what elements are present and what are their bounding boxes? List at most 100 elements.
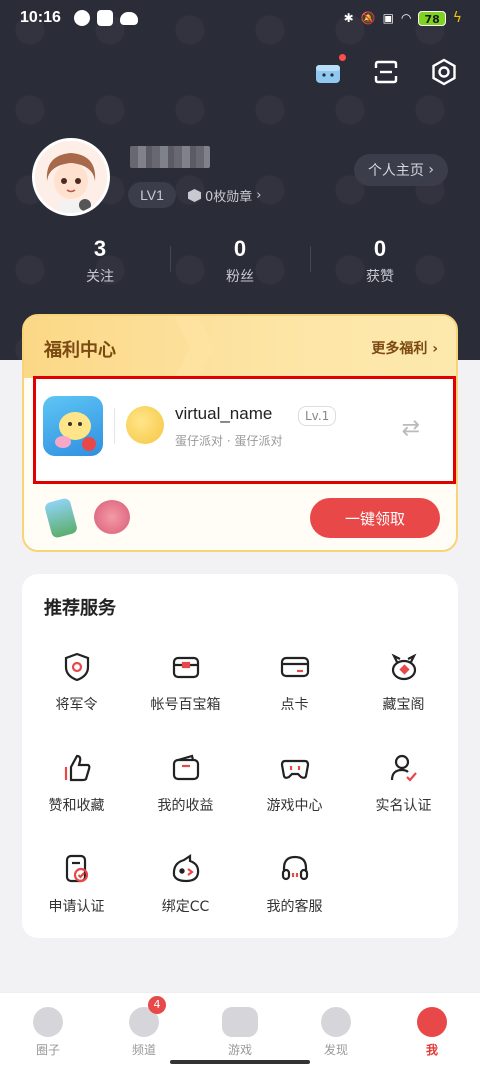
status-bar: 10:16 ✱ 🔕 ▣ ◠ 78 ϟ — [0, 0, 480, 36]
message-icon — [97, 10, 113, 26]
circle-icon — [33, 1007, 63, 1037]
bottom-tab-bar: 圈子 频道 游戏 发现 我 — [0, 992, 480, 1067]
cc-mascot-icon — [169, 852, 203, 886]
reward-item-icon — [43, 497, 79, 539]
service-label: 我的收益 — [157, 798, 214, 814]
service-label: 绑定CC — [161, 899, 210, 915]
shield-icon — [60, 650, 94, 684]
reward-flower-icon — [94, 500, 130, 534]
tab-label: 频道 — [131, 1043, 156, 1057]
service-general-token[interactable]: 将军令 — [22, 638, 131, 739]
welfare-header: 福利中心 更多福利 › — [24, 316, 456, 378]
stat-label: 粉丝 — [226, 269, 254, 285]
treasure-box-icon — [169, 650, 203, 684]
service-label: 帐号百宝箱 — [150, 697, 221, 713]
service-label: 赞和收藏 — [48, 798, 105, 814]
tab-games[interactable]: 游戏 — [192, 993, 288, 1067]
service-label: 点卡 — [280, 697, 309, 713]
status-right: ✱ 🔕 ▣ ◠ 78 ϟ — [344, 10, 462, 26]
service-customer-support[interactable]: 我的客服 — [240, 840, 349, 941]
battery-indicator: 78 — [418, 10, 446, 26]
unread-dot — [339, 54, 346, 61]
mute-icon: 🔕 — [360, 11, 376, 25]
service-apply-certification[interactable]: 申请认证 — [22, 840, 131, 941]
me-icon — [417, 1007, 447, 1037]
wallet-icon — [169, 751, 203, 785]
notification-icons — [74, 10, 138, 26]
switch-account-icon[interactable]: ⇄ — [402, 416, 420, 441]
tab-label: 圈子 — [35, 1043, 60, 1057]
tab-label: 游戏 — [227, 1043, 252, 1057]
services-grid: 将军令 帐号百宝箱 点卡 藏宝阁 赞和收藏 我的收益 游戏中心 实名认证 申请认… — [22, 638, 458, 941]
username-redacted — [130, 146, 210, 168]
scan-button[interactable] — [370, 56, 402, 88]
claim-all-button[interactable]: 一键领取 — [310, 498, 440, 538]
planet-icon — [321, 1007, 351, 1037]
stat-label: 获赞 — [366, 269, 394, 285]
app-notification-icon — [74, 10, 90, 26]
tab-discover[interactable]: 发现 — [288, 993, 384, 1067]
settings-button[interactable] — [428, 56, 460, 88]
service-label: 我的客服 — [266, 899, 323, 915]
channel-badge: 4 — [148, 996, 166, 1014]
service-my-earnings[interactable]: 我的收益 — [131, 739, 240, 840]
level-badge: LV1 — [128, 182, 176, 208]
services-title: 推荐服务 — [44, 598, 116, 619]
gamepad-icon — [278, 751, 312, 785]
tab-label: 我 — [425, 1043, 438, 1057]
service-label: 藏宝阁 — [382, 697, 425, 713]
service-likes-favorites[interactable]: 赞和收藏 — [22, 739, 131, 840]
card-icon — [278, 650, 312, 684]
stat-value: 0 — [373, 236, 387, 261]
medal-icon — [188, 189, 201, 202]
gift-box-icon — [316, 65, 340, 83]
gift-box-button[interactable] — [312, 54, 346, 88]
charging-icon: ϟ — [452, 10, 462, 26]
service-realname-verify[interactable]: 实名认证 — [349, 739, 458, 840]
medal-count: 0枚勋章 — [205, 190, 253, 205]
game-app-icon — [43, 396, 103, 456]
settings-icon — [432, 58, 456, 86]
recommended-services: 推荐服务 将军令 帐号百宝箱 点卡 藏宝阁 赞和收藏 我的收益 游戏中心 实名认… — [22, 574, 458, 938]
account-name: virtual_name — [175, 404, 273, 423]
reward-row: 一键领取 — [24, 490, 456, 550]
stats-row: 3 关注 0 粉丝 0 获赞 — [30, 234, 450, 286]
sim-icon: ▣ — [382, 11, 394, 25]
service-account-treasure[interactable]: 帐号百宝箱 — [131, 638, 240, 739]
tab-label: 发现 — [323, 1043, 348, 1057]
chevron-right-icon: › — [256, 188, 262, 203]
top-actions — [312, 54, 460, 88]
more-welfare-link[interactable]: 更多福利 › — [371, 338, 438, 358]
status-time: 10:16 — [20, 9, 61, 26]
service-label: 实名认证 — [375, 798, 432, 814]
scan-icon — [374, 60, 398, 84]
personal-homepage-button[interactable]: 个人主页 › — [353, 154, 448, 186]
medal-link[interactable]: 0枚勋章 › — [188, 186, 261, 205]
profile-header: 10:16 ✱ 🔕 ▣ ◠ 78 ϟ LV1 0枚勋章 › 个人主页 › 3 关… — [0, 0, 480, 360]
service-game-center[interactable]: 游戏中心 — [240, 739, 349, 840]
stat-following[interactable]: 3 关注 — [30, 234, 170, 286]
stat-likes[interactable]: 0 获赞 — [310, 234, 450, 286]
game-account-row[interactable]: virtual_name Lv.1 蛋仔派对 · 蛋仔派对 ⇄ — [36, 378, 456, 482]
eggy-party-icon — [55, 412, 96, 451]
user-verify-icon — [387, 751, 421, 785]
tab-channel[interactable]: 频道 — [96, 993, 192, 1067]
service-label: 申请认证 — [48, 899, 105, 915]
chevron-right-icon: › — [432, 341, 438, 357]
service-bind-cc[interactable]: 绑定CC — [131, 840, 240, 941]
server-info: 蛋仔派对 · 蛋仔派对 — [175, 434, 283, 448]
avatar-image — [35, 141, 107, 213]
stat-value: 3 — [93, 236, 107, 261]
service-label: 将军令 — [55, 697, 98, 713]
game-icon — [222, 1007, 258, 1037]
header-decoration — [174, 316, 214, 378]
tab-me[interactable]: 我 — [384, 993, 480, 1067]
service-treasure-pavilion[interactable]: 藏宝阁 — [349, 638, 458, 739]
welfare-center-card: 福利中心 更多福利 › virtual_name Lv.1 蛋仔派对 · 蛋仔派… — [22, 314, 458, 552]
stat-fans[interactable]: 0 粉丝 — [170, 234, 310, 286]
service-point-card[interactable]: 点卡 — [240, 638, 349, 739]
user-avatar[interactable] — [32, 138, 110, 216]
home-indicator[interactable] — [170, 1060, 310, 1064]
stat-value: 0 — [233, 236, 247, 261]
tab-circle[interactable]: 圈子 — [0, 993, 96, 1067]
